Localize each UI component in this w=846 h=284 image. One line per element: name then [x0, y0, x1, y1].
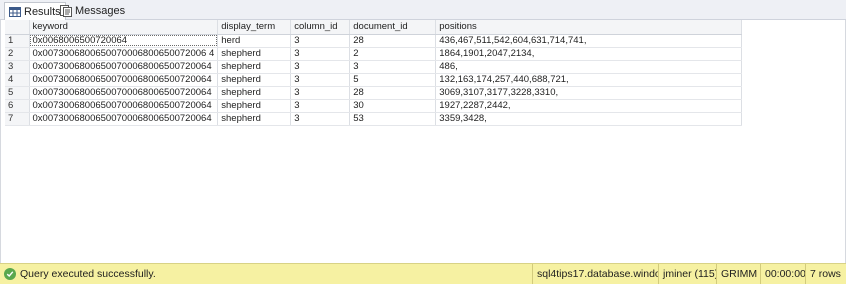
table-row[interactable]: 7 0x00730068006500700068006500720064 she… [5, 112, 743, 126]
messages-icon [60, 5, 72, 17]
cell-positions[interactable]: 486, [435, 60, 743, 74]
cell-document-id[interactable]: 53 [349, 112, 437, 126]
results-grid[interactable]: keyword display_term column_id document_… [0, 20, 846, 263]
row-number[interactable]: 4 [5, 73, 30, 87]
cell-positions[interactable]: 3069,3107,3177,3228,3310, [435, 86, 743, 100]
table-row[interactable]: 1 0x0068006500720064 herd 3 28 436,467,5… [5, 34, 743, 48]
column-header-column-id[interactable]: column_id [290, 20, 351, 35]
status-server: sql4tips17.database.windows.... [532, 263, 658, 284]
column-header-positions[interactable]: positions [435, 20, 743, 35]
cell-document-id[interactable]: 30 [349, 99, 437, 113]
results-tab-bar: Results Messages [0, 0, 846, 21]
cell-keyword[interactable]: 0x00730068006500700068006500720064 [29, 60, 219, 74]
cell-document-id[interactable]: 28 [349, 86, 437, 100]
grid-icon [9, 6, 21, 18]
cell-keyword[interactable]: 0x00730068006500700068006500720064 [29, 86, 219, 100]
status-database: GRIMM [716, 263, 760, 284]
row-number[interactable]: 5 [5, 86, 30, 100]
header-row: keyword display_term column_id document_… [5, 20, 743, 35]
cell-column-id[interactable]: 3 [290, 112, 351, 126]
cell-display-term[interactable]: shepherd [217, 60, 292, 74]
row-number-header[interactable] [5, 20, 30, 35]
cell-keyword[interactable]: 0x00730068006500700068006500720064 [29, 99, 219, 113]
table-row[interactable]: 4 0x00730068006500700068006500720064 she… [5, 73, 743, 87]
cell-keyword[interactable]: 0x00730068006500700068006500720064 [29, 112, 219, 126]
cell-document-id[interactable]: 5 [349, 73, 437, 87]
tab-messages[interactable]: Messages [56, 2, 129, 20]
status-message: Query executed successfully. [20, 268, 156, 280]
cell-column-id[interactable]: 3 [290, 86, 351, 100]
column-header-display-term[interactable]: display_term [217, 20, 292, 35]
cell-column-id[interactable]: 3 [290, 60, 351, 74]
cell-document-id[interactable]: 28 [349, 34, 437, 48]
cell-display-term[interactable]: shepherd [217, 86, 292, 100]
results-table: keyword display_term column_id document_… [5, 20, 743, 126]
cell-display-term[interactable]: shepherd [217, 47, 292, 61]
cell-keyword[interactable]: 0x0068006500720064 [29, 34, 219, 48]
column-header-document-id[interactable]: document_id [349, 20, 437, 35]
cell-column-id[interactable]: 3 [290, 73, 351, 87]
cell-display-term[interactable]: shepherd [217, 99, 292, 113]
status-row-count: 7 rows [805, 263, 846, 284]
table-row[interactable]: 5 0x00730068006500700068006500720064 she… [5, 86, 743, 100]
table-row[interactable]: 3 0x00730068006500700068006500720064 she… [5, 60, 743, 74]
query-status-bar: Query executed successfully. sql4tips17.… [0, 263, 846, 284]
cell-positions[interactable]: 436,467,511,542,604,631,714,741, [435, 34, 743, 48]
row-number[interactable]: 6 [5, 99, 30, 113]
cell-document-id[interactable]: 2 [349, 47, 437, 61]
status-elapsed-time: 00:00:00 [760, 263, 805, 284]
table-row[interactable]: 6 0x00730068006500700068006500720064 she… [5, 99, 743, 113]
cell-display-term[interactable]: shepherd [217, 112, 292, 126]
success-check-icon [4, 268, 16, 280]
cell-positions[interactable]: 3359,3428, [435, 112, 743, 126]
status-user: jminer (115) [658, 263, 716, 284]
cell-positions[interactable]: 1864,1901,2047,2134, [435, 47, 743, 61]
cell-keyword[interactable]: 0x0073006800650070006800650072006 4 [29, 47, 219, 61]
cell-display-term[interactable]: herd [217, 34, 292, 48]
row-number[interactable]: 2 [5, 47, 30, 61]
status-message-area: Query executed successfully. [0, 268, 532, 280]
cell-positions[interactable]: 1927,2287,2442, [435, 99, 743, 113]
cell-column-id[interactable]: 3 [290, 99, 351, 113]
cell-display-term[interactable]: shepherd [217, 73, 292, 87]
cell-column-id[interactable]: 3 [290, 34, 351, 48]
row-number[interactable]: 1 [5, 34, 30, 48]
row-number[interactable]: 3 [5, 60, 30, 74]
row-number[interactable]: 7 [5, 112, 30, 126]
cell-document-id[interactable]: 3 [349, 60, 437, 74]
column-header-keyword[interactable]: keyword [29, 20, 219, 35]
cell-keyword[interactable]: 0x00730068006500700068006500720064 [29, 73, 219, 87]
table-row[interactable]: 2 0x0073006800650070006800650072006 4 sh… [5, 47, 743, 61]
cell-column-id[interactable]: 3 [290, 47, 351, 61]
tab-messages-label: Messages [75, 5, 126, 17]
cell-positions[interactable]: 132,163,174,257,440,688,721, [435, 73, 743, 87]
